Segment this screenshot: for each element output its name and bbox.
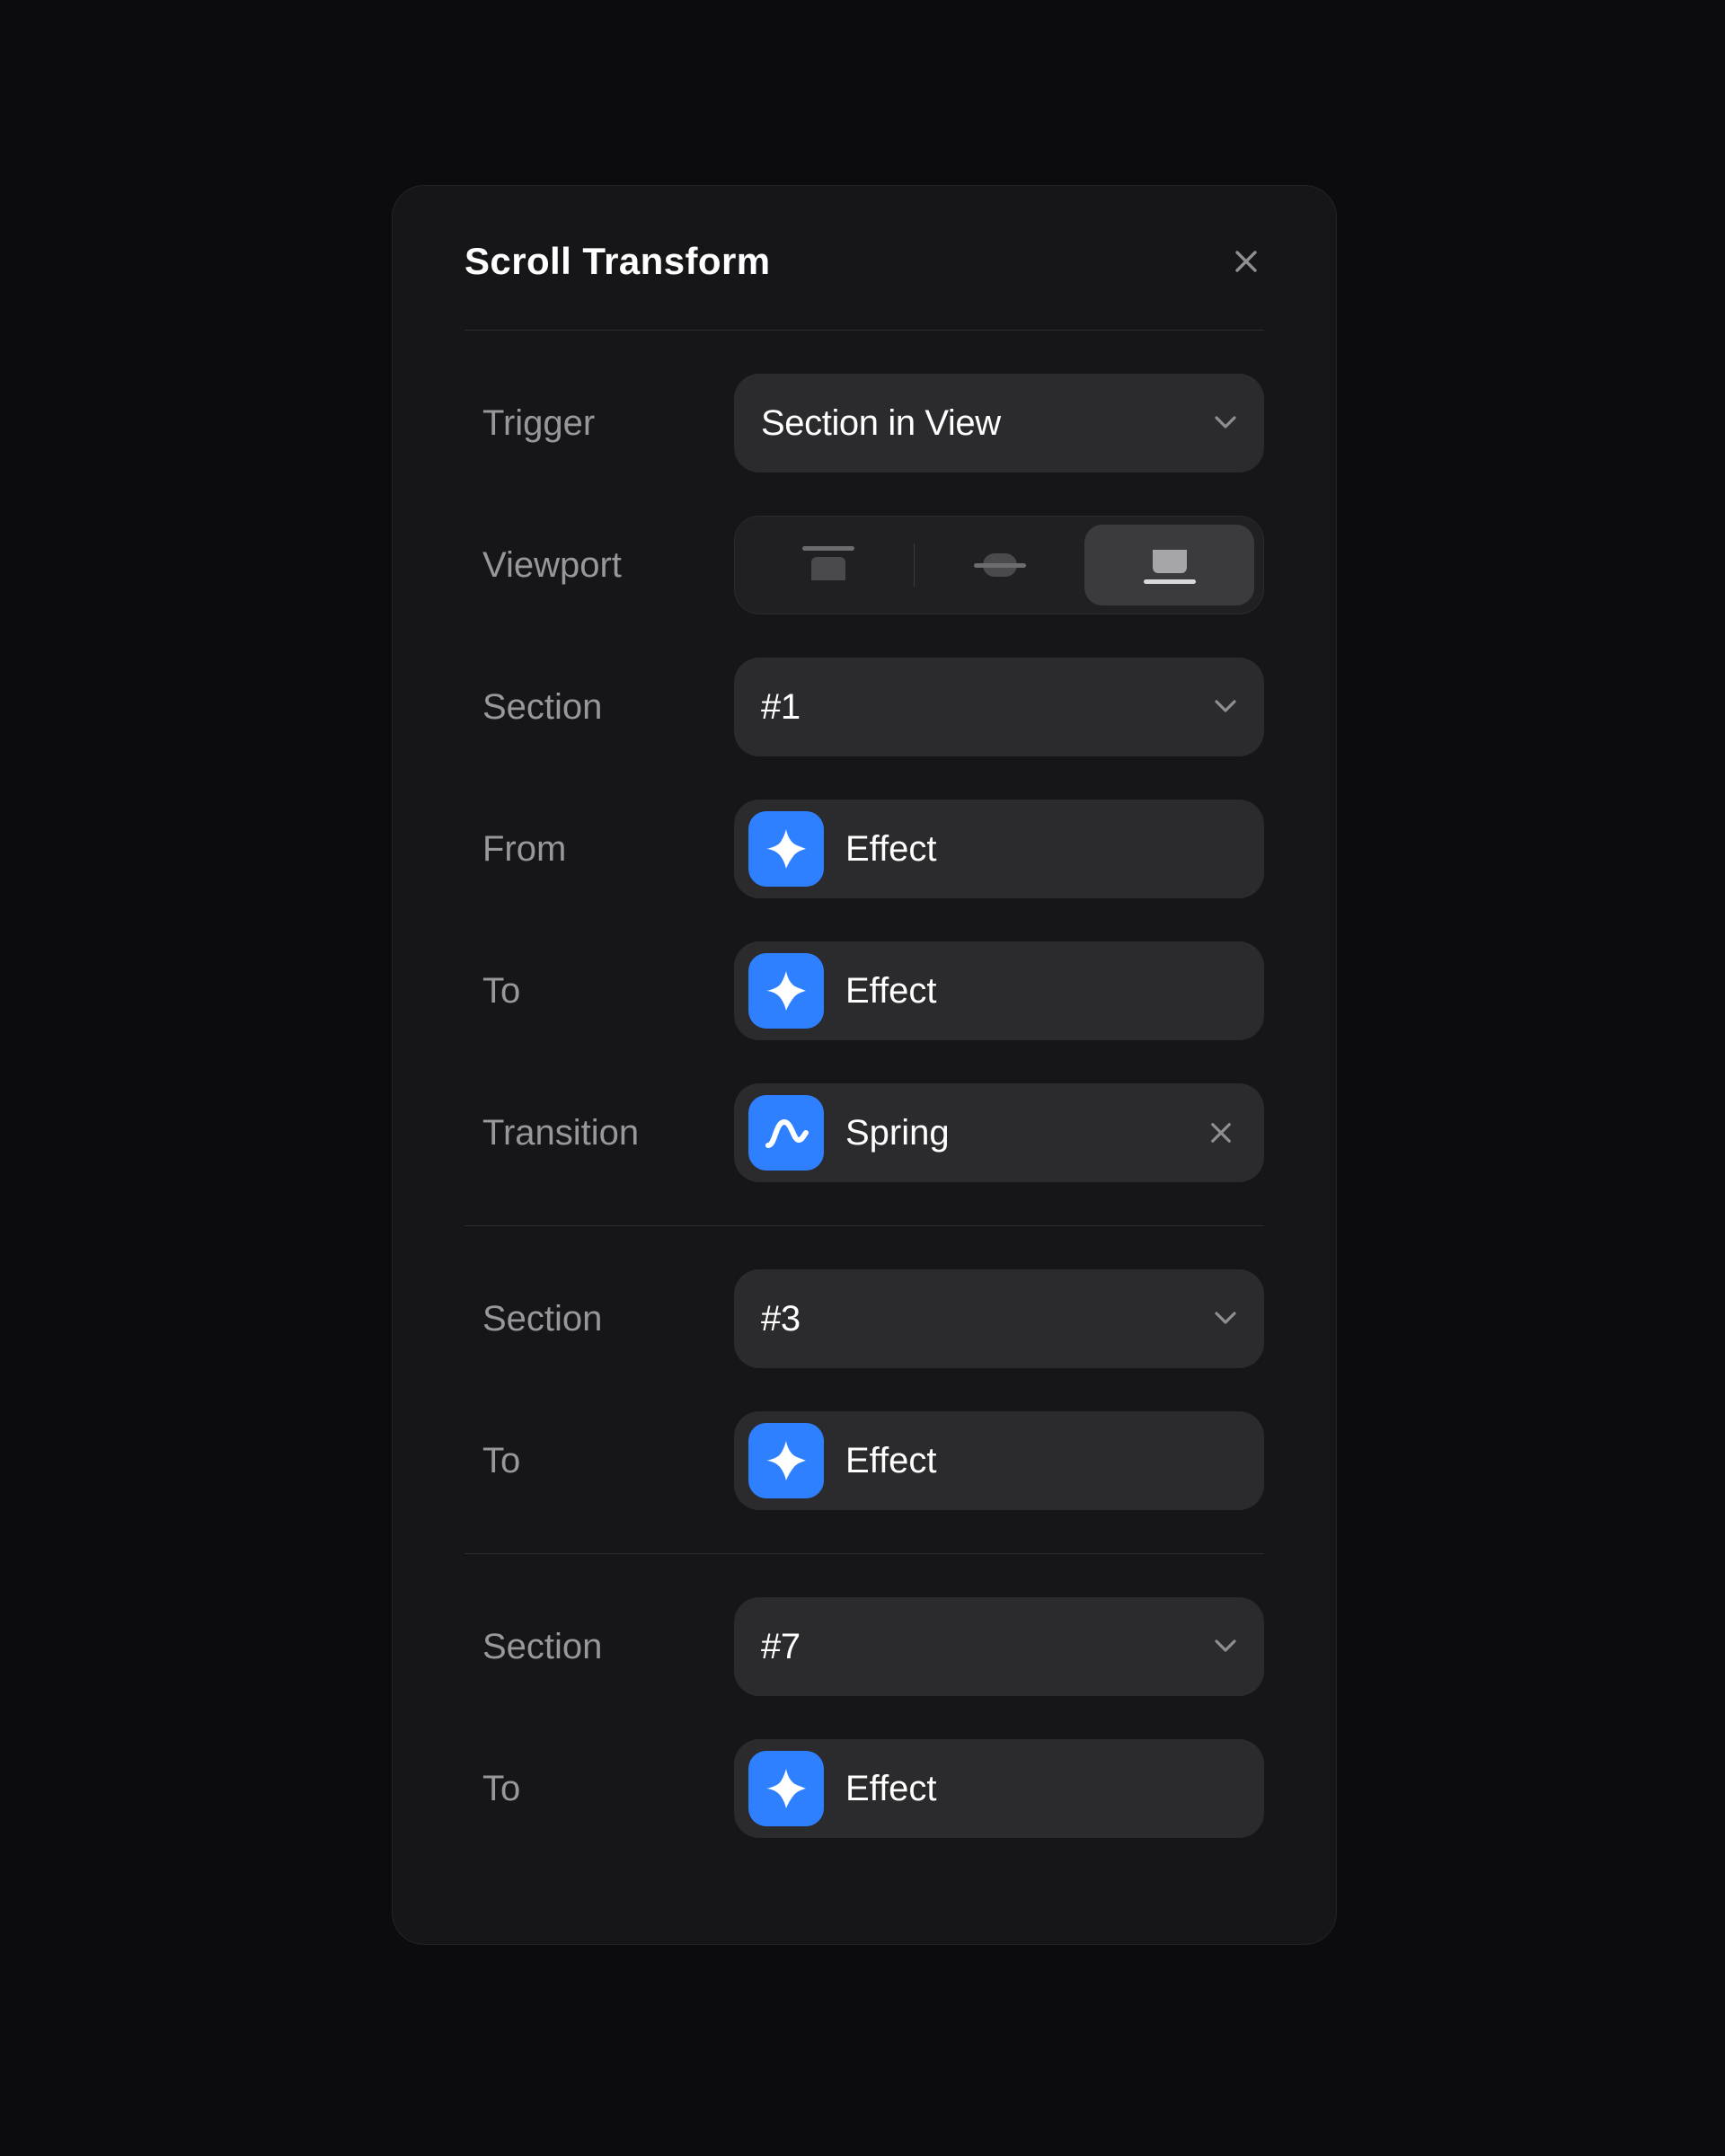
row-transition-1: Transition Spring	[464, 1083, 1264, 1182]
sparkle-icon	[748, 953, 824, 1029]
row-to-3: To Effect	[464, 1739, 1264, 1838]
to-effect-2[interactable]: Effect	[734, 1411, 1264, 1510]
to-effect-label-2: Effect	[845, 1441, 937, 1481]
chevron-down-icon	[1212, 410, 1239, 437]
panel-title: Scroll Transform	[464, 240, 771, 283]
row-viewport: Viewport	[464, 516, 1264, 614]
chevron-down-icon	[1212, 694, 1239, 720]
from-effect-label-1: Effect	[845, 829, 937, 870]
viewport-top-icon	[802, 546, 854, 584]
section-value-2: #3	[756, 1299, 801, 1339]
label-trigger: Trigger	[464, 403, 698, 444]
row-to-2: To Effect	[464, 1411, 1264, 1510]
to-effect-label-1: Effect	[845, 971, 937, 1012]
viewport-middle-icon	[974, 546, 1026, 584]
row-section-1: Section #1	[464, 658, 1264, 756]
to-effect-3[interactable]: Effect	[734, 1739, 1264, 1838]
from-effect-1[interactable]: Effect	[734, 800, 1264, 898]
label-from: From	[464, 829, 698, 870]
to-effect-1[interactable]: Effect	[734, 941, 1264, 1040]
label-section: Section	[464, 687, 698, 728]
viewport-option-bottom[interactable]	[1084, 525, 1254, 605]
group-2: Section #3 To Effect	[464, 1225, 1264, 1553]
viewport-option-middle[interactable]	[915, 525, 1084, 605]
chevron-down-icon	[1212, 1305, 1239, 1332]
label-to: To	[464, 1769, 698, 1809]
label-section: Section	[464, 1299, 698, 1339]
transition-pill-1[interactable]: Spring	[734, 1083, 1264, 1182]
spring-curve-icon	[748, 1095, 824, 1171]
label-transition: Transition	[464, 1113, 698, 1153]
viewport-option-top[interactable]	[744, 525, 914, 605]
sparkle-icon	[748, 1423, 824, 1498]
clear-transition-button[interactable]	[1203, 1115, 1239, 1151]
label-viewport: Viewport	[464, 545, 698, 586]
row-section-2: Section #3	[464, 1269, 1264, 1368]
section-value-3: #7	[756, 1627, 801, 1667]
transition-label-1: Spring	[845, 1113, 950, 1153]
close-icon	[1234, 249, 1259, 274]
chevron-down-icon	[1212, 1633, 1239, 1660]
label-to: To	[464, 1441, 698, 1481]
row-to-1: To Effect	[464, 941, 1264, 1040]
viewport-segmented	[734, 516, 1264, 614]
trigger-value: Section in View	[756, 403, 1001, 444]
close-icon	[1209, 1121, 1233, 1144]
to-effect-label-3: Effect	[845, 1769, 937, 1809]
sparkle-icon	[748, 811, 824, 887]
panel-header: Scroll Transform	[464, 240, 1264, 331]
section-select-3[interactable]: #7	[734, 1597, 1264, 1696]
section-select-2[interactable]: #3	[734, 1269, 1264, 1368]
section-select-1[interactable]: #1	[734, 658, 1264, 756]
group-1: Trigger Section in View Viewport	[464, 331, 1264, 1225]
viewport-bottom-icon	[1144, 546, 1196, 584]
row-from-1: From Effect	[464, 800, 1264, 898]
row-section-3: Section #7	[464, 1597, 1264, 1696]
trigger-select[interactable]: Section in View	[734, 374, 1264, 473]
section-value-1: #1	[756, 687, 801, 728]
label-to: To	[464, 971, 698, 1012]
sparkle-icon	[748, 1751, 824, 1826]
close-panel-button[interactable]	[1228, 243, 1264, 279]
scroll-transform-panel: Scroll Transform Trigger Section in View…	[392, 185, 1337, 1945]
label-section: Section	[464, 1627, 698, 1667]
row-trigger: Trigger Section in View	[464, 374, 1264, 473]
group-3: Section #7 To Effect	[464, 1553, 1264, 1881]
